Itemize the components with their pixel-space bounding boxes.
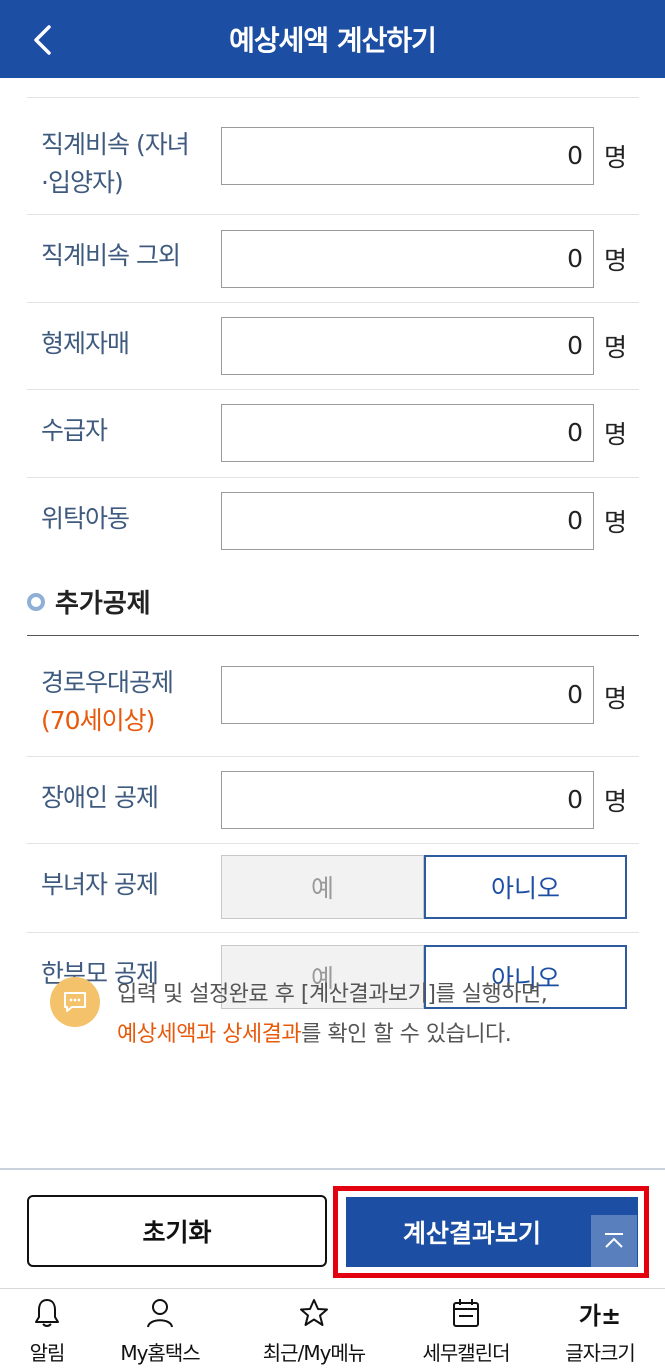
unit-label: 명 (604, 246, 628, 275)
unit-label: 명 (604, 787, 628, 816)
action-bar: 초기화 계산결과보기 (0, 1168, 665, 1288)
form-row-senior-deduction: 경로우대공제 (70세이상) 0 명 (27, 636, 639, 757)
toggle-no[interactable]: 아니오 (424, 855, 627, 919)
unit-label: 명 (604, 143, 628, 172)
count-input[interactable]: 0 (221, 317, 594, 375)
field-label: 형제자매 (41, 329, 130, 358)
field-label: 위탁아동 (41, 504, 130, 533)
form-row-foster-child: 위탁아동 0 명 (27, 478, 639, 566)
count-input[interactable]: 0 (221, 492, 594, 550)
field-label: 직계비속 그외 (41, 241, 181, 270)
field-label: 장애인 공제 (41, 783, 159, 812)
count-input[interactable]: 0 (221, 666, 594, 724)
unit-label: 명 (604, 508, 628, 537)
tab-notifications[interactable]: 알림 (15, 1295, 79, 1371)
form-row-partial: 0 명 (27, 78, 639, 98)
section-title-additional-deduction: 추가공제 (27, 583, 151, 620)
scroll-to-top-button[interactable] (591, 1215, 637, 1267)
speech-bubble-icon (50, 977, 100, 1027)
tab-font-size[interactable]: 가± 글자크기 (550, 1295, 650, 1371)
field-label: 경로우대공제 (70세이상) (41, 668, 174, 735)
notice-text: 입력 및 설정완료 후 [계산결과보기]를 실행하면, 예상세액과 상세결과를 … (117, 982, 548, 1047)
app-header: 예상세액 계산하기 (0, 0, 665, 78)
tab-recent-my-menu[interactable]: 최근/My메뉴 (248, 1295, 380, 1371)
form-row-direct-descendant-children: 직계비속 (자녀 ·입양자) 0 명 (27, 98, 639, 215)
calendar-icon (453, 1299, 479, 1327)
tab-tax-calendar[interactable]: 세무캘린더 (410, 1295, 522, 1371)
form-row-female-householder-deduction: 부녀자 공제 예 아니오 (27, 844, 639, 933)
page-title: 예상세액 계산하기 (229, 24, 437, 57)
chevron-up-icon (605, 1233, 623, 1248)
tab-my-hometax[interactable]: My홈택스 (110, 1295, 210, 1371)
chevron-left-icon (34, 25, 51, 55)
count-input[interactable]: 0 (221, 230, 594, 288)
bottom-tab-bar: 알림 My홈택스 최근/My메뉴 세무캘린더 가± 글자크기 (0, 1288, 665, 1372)
count-input[interactable]: 0 (221, 404, 594, 462)
yes-no-toggle: 예 아니오 (221, 855, 627, 919)
back-button[interactable] (22, 18, 62, 62)
count-input[interactable]: 0 (221, 127, 594, 185)
field-label: 부녀자 공제 (41, 870, 159, 899)
count-input[interactable]: 0 (221, 771, 594, 829)
form-row-recipients: 수급자 0 명 (27, 390, 639, 478)
field-label: 직계비속 (자녀 ·입양자) (41, 130, 190, 197)
unit-label: 명 (604, 684, 628, 713)
star-icon (300, 1299, 328, 1326)
person-icon (147, 1299, 173, 1328)
unit-label: 명 (604, 420, 628, 449)
font-size-icon: 가± (578, 1301, 622, 1330)
bell-icon (35, 1299, 59, 1327)
bullet-circle-icon (27, 592, 45, 611)
reset-button[interactable]: 초기화 (27, 1195, 327, 1267)
form-row-disability-deduction: 장애인 공제 0 명 (27, 757, 639, 844)
toggle-yes[interactable]: 예 (221, 855, 424, 919)
form-row-direct-descendant-other: 직계비속 그외 0 명 (27, 215, 639, 303)
form-row-siblings: 형제자매 0 명 (27, 303, 639, 390)
unit-label: 명 (604, 333, 628, 362)
field-label: 수급자 (41, 416, 108, 445)
